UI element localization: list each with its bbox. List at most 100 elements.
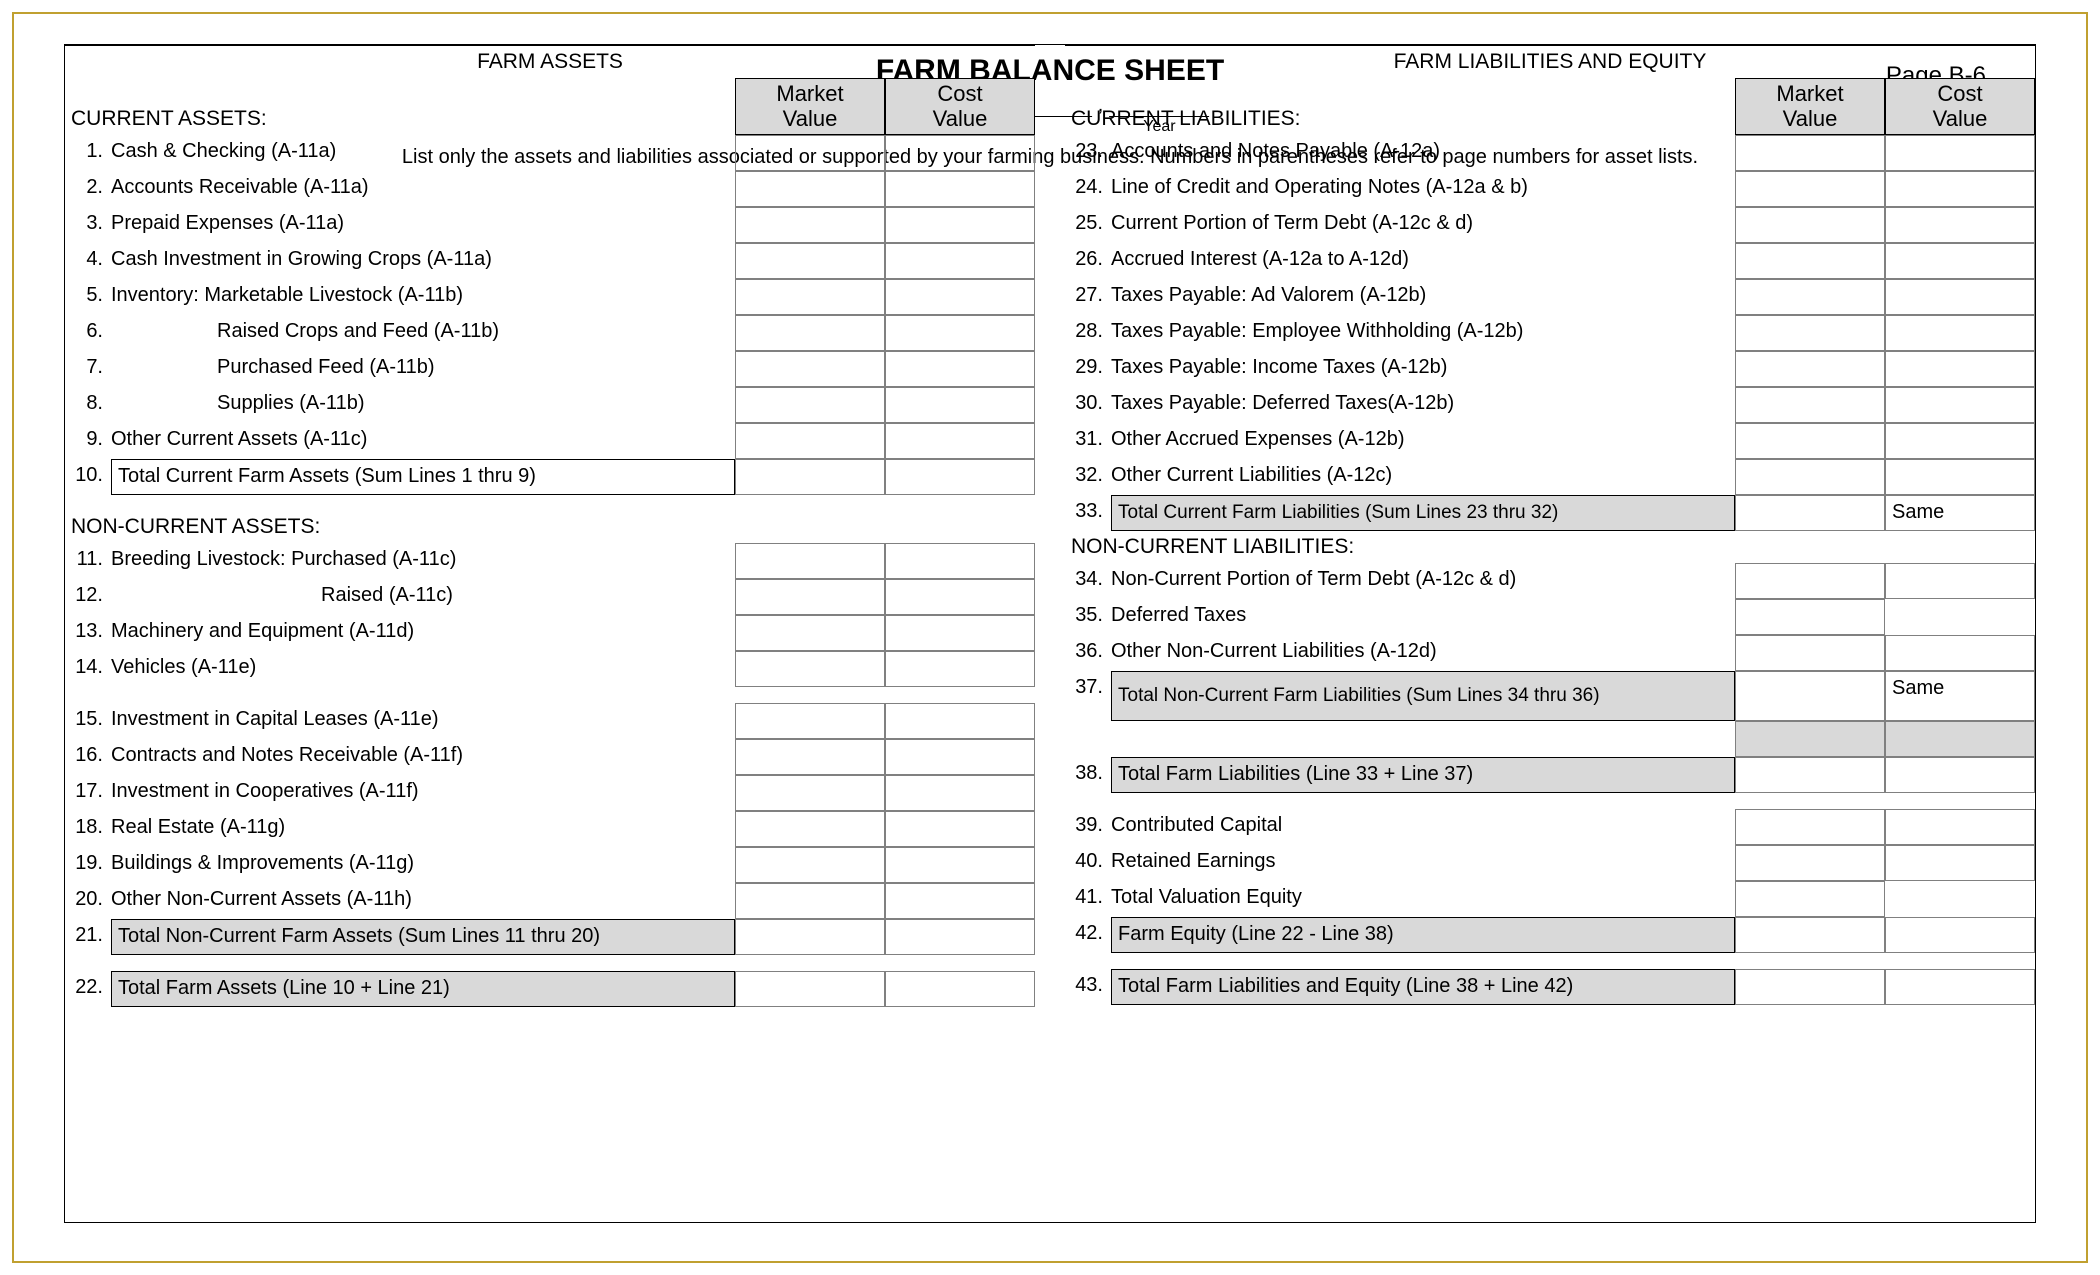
- cv-38[interactable]: [1885, 757, 2035, 793]
- cv-43[interactable]: [1885, 969, 2035, 1005]
- line-27: 27.Taxes Payable: Ad Valorem (A-12b): [1065, 279, 2035, 315]
- cv-39[interactable]: [1885, 809, 2035, 845]
- cv-17[interactable]: [885, 775, 1035, 811]
- cv-5[interactable]: [885, 279, 1035, 315]
- cv-7[interactable]: [885, 351, 1035, 387]
- cv-8[interactable]: [885, 387, 1035, 423]
- mv-39[interactable]: [1735, 809, 1885, 845]
- mv-35[interactable]: [1735, 599, 1885, 635]
- mv-40[interactable]: [1735, 845, 1885, 881]
- cv-11[interactable]: [885, 543, 1035, 579]
- line-22: 22.Total Farm Assets (Line 10 + Line 21): [65, 971, 1035, 1007]
- mv-25[interactable]: [1735, 207, 1885, 243]
- cv-10[interactable]: [885, 459, 1035, 495]
- mv-3[interactable]: [735, 207, 885, 243]
- mv-16[interactable]: [735, 739, 885, 775]
- line-30: 30.Taxes Payable: Deferred Taxes(A-12b): [1065, 387, 2035, 423]
- cv-9[interactable]: [885, 423, 1035, 459]
- line-25: 25.Current Portion of Term Debt (A-12c &…: [1065, 207, 2035, 243]
- mv-5[interactable]: [735, 279, 885, 315]
- mv-29[interactable]: [1735, 351, 1885, 387]
- line-43: 43.Total Farm Liabilities and Equity (Li…: [1065, 969, 2035, 1005]
- mv-41[interactable]: [1735, 881, 1885, 917]
- cv-14[interactable]: [885, 651, 1035, 687]
- mv-26[interactable]: [1735, 243, 1885, 279]
- mv-20[interactable]: [735, 883, 885, 919]
- cv-27[interactable]: [1885, 279, 2035, 315]
- cv-34[interactable]: [1885, 563, 2035, 599]
- noncurrent-assets-label: NON-CURRENT ASSETS:: [65, 511, 1035, 543]
- mv-38[interactable]: [1735, 757, 1885, 793]
- mv-18[interactable]: [735, 811, 885, 847]
- cv-6[interactable]: [885, 315, 1035, 351]
- cv-20[interactable]: [885, 883, 1035, 919]
- mv-42[interactable]: [1735, 917, 1885, 953]
- mv-33[interactable]: [1735, 495, 1885, 531]
- cv-36[interactable]: [1885, 635, 2035, 671]
- mv-23[interactable]: [1735, 135, 1885, 171]
- cv-13[interactable]: [885, 615, 1035, 651]
- mv-11[interactable]: [735, 543, 885, 579]
- mv-6[interactable]: [735, 315, 885, 351]
- cv-29[interactable]: [1885, 351, 2035, 387]
- mv-10[interactable]: [735, 459, 885, 495]
- mv-12[interactable]: [735, 579, 885, 615]
- line-38: 38.Total Farm Liabilities (Line 33 + Lin…: [1065, 757, 2035, 793]
- mv-37[interactable]: [1735, 671, 1885, 721]
- cv-35: [1885, 599, 2035, 635]
- mv-9[interactable]: [735, 423, 885, 459]
- cv-31[interactable]: [1885, 423, 2035, 459]
- mv-30[interactable]: [1735, 387, 1885, 423]
- line-34: 34.Non-Current Portion of Term Debt (A-1…: [1065, 563, 2035, 599]
- cv-15[interactable]: [885, 703, 1035, 739]
- cv-41: [1885, 881, 2035, 917]
- mv-19[interactable]: [735, 847, 885, 883]
- mv-7[interactable]: [735, 351, 885, 387]
- cv-22[interactable]: [885, 971, 1035, 1007]
- cv-30[interactable]: [1885, 387, 2035, 423]
- cv-4[interactable]: [885, 243, 1035, 279]
- mv-13[interactable]: [735, 615, 885, 651]
- mv-21[interactable]: [735, 919, 885, 955]
- mv-1[interactable]: [735, 135, 885, 171]
- cv-12[interactable]: [885, 579, 1035, 615]
- mv-8[interactable]: [735, 387, 885, 423]
- form-border: FARM ASSETS CURRENT ASSETS: MarketValue …: [64, 44, 2036, 1223]
- cv-3[interactable]: [885, 207, 1035, 243]
- cv-24[interactable]: [1885, 171, 2035, 207]
- line-28: 28.Taxes Payable: Employee Withholding (…: [1065, 315, 2035, 351]
- line-11: 11.Breeding Livestock: Purchased (A-11c): [65, 543, 1035, 579]
- cv-28[interactable]: [1885, 315, 2035, 351]
- cv-2[interactable]: [885, 171, 1035, 207]
- mv-4[interactable]: [735, 243, 885, 279]
- line-31: 31.Other Accrued Expenses (A-12b): [1065, 423, 2035, 459]
- mv-24[interactable]: [1735, 171, 1885, 207]
- cv-25[interactable]: [1885, 207, 2035, 243]
- mv-31[interactable]: [1735, 423, 1885, 459]
- cv-26[interactable]: [1885, 243, 2035, 279]
- mv-17[interactable]: [735, 775, 885, 811]
- cv-23[interactable]: [1885, 135, 2035, 171]
- cv-16[interactable]: [885, 739, 1035, 775]
- cv-1[interactable]: [885, 135, 1035, 171]
- cv-37: Same: [1885, 671, 2035, 721]
- line-14: 14.Vehicles (A-11e): [65, 651, 1035, 687]
- mv-36[interactable]: [1735, 635, 1885, 671]
- cv-42[interactable]: [1885, 917, 2035, 953]
- mv-28[interactable]: [1735, 315, 1885, 351]
- mv-22[interactable]: [735, 971, 885, 1007]
- cv-32[interactable]: [1885, 459, 2035, 495]
- mv-14[interactable]: [735, 651, 885, 687]
- line-4: 4.Cash Investment in Growing Crops (A-11…: [65, 243, 1035, 279]
- cv-40[interactable]: [1885, 845, 2035, 881]
- cv-21[interactable]: [885, 919, 1035, 955]
- mv-27[interactable]: [1735, 279, 1885, 315]
- cv-19[interactable]: [885, 847, 1035, 883]
- mv-43[interactable]: [1735, 969, 1885, 1005]
- mv-34[interactable]: [1735, 563, 1885, 599]
- mv-15[interactable]: [735, 703, 885, 739]
- line-19: 19.Buildings & Improvements (A-11g): [65, 847, 1035, 883]
- cv-18[interactable]: [885, 811, 1035, 847]
- mv-32[interactable]: [1735, 459, 1885, 495]
- mv-2[interactable]: [735, 171, 885, 207]
